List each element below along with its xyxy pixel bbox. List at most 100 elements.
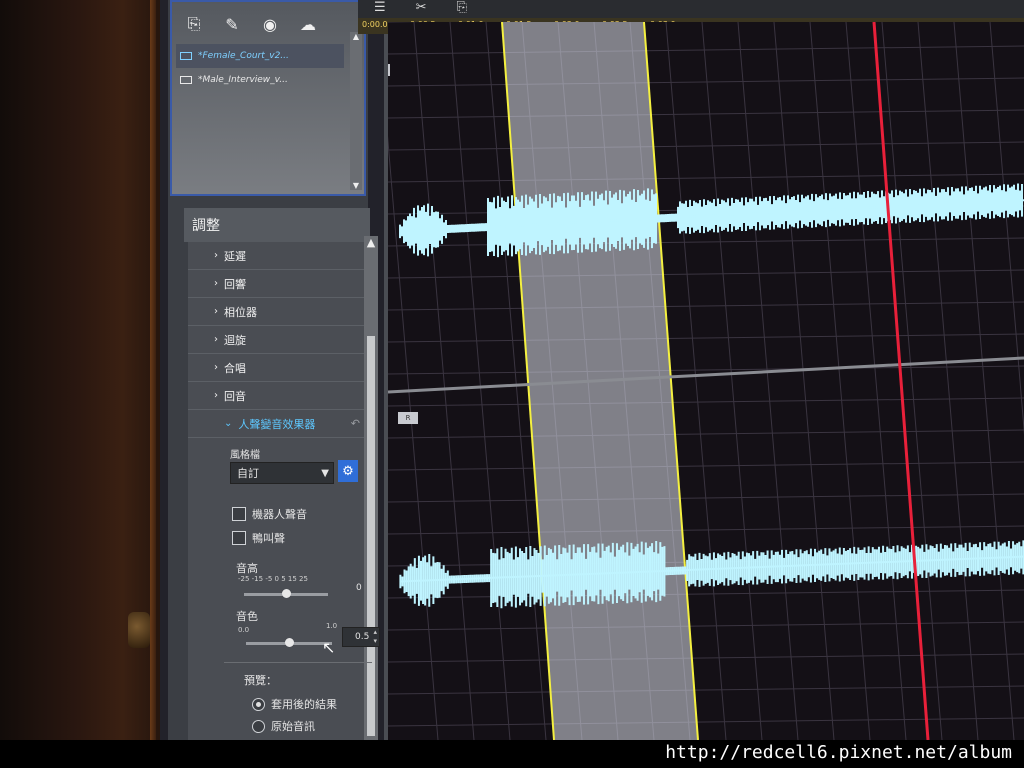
dropdown-arrow-icon: ▼ [321, 467, 329, 479]
gear-icon[interactable]: ⚙ [338, 460, 358, 482]
timbre-slider-handle[interactable] [285, 638, 294, 647]
track-channel-tag: L [388, 64, 390, 76]
grid-line [773, 22, 835, 740]
timbre-label: 音色 [236, 610, 258, 623]
preview-applied-label: 套用後的結果 [271, 698, 337, 711]
spin-arrows-icon[interactable]: ▴ ▾ [373, 628, 377, 646]
grid-line [845, 22, 907, 740]
grid-line [388, 45, 1024, 55]
library-toolbar: ⎘ ✎ ◉ ☁ [178, 10, 338, 40]
pitch-slider-handle[interactable] [282, 589, 291, 598]
chevron-down-icon: ⌄ [224, 418, 233, 429]
effect-item-flanger[interactable]: › 迴旋 [188, 326, 364, 354]
playhead [872, 22, 930, 740]
chevron-right-icon: › [214, 362, 218, 373]
effect-label: 迴旋 [224, 333, 246, 347]
grid-line [388, 429, 1024, 439]
effect-item-voice-changer[interactable]: ⌄ 人聲變音效果器 ↶ [188, 410, 364, 438]
style-dropdown[interactable]: 自訂 ▼ [230, 462, 334, 484]
cut-icon[interactable]: ✂ [416, 0, 427, 15]
effect-label: 相位器 [224, 305, 257, 319]
effect-label: 回音 [224, 389, 246, 403]
effect-item-delay[interactable]: › 延遲 [188, 242, 364, 270]
grid-line [388, 525, 1024, 535]
grid-line [388, 461, 1024, 471]
robot-voice-checkbox[interactable]: 機器人聲音 [232, 506, 307, 522]
grid-line [388, 237, 1024, 247]
cloud-icon[interactable]: ☁ [292, 10, 324, 38]
chevron-right-icon: › [214, 278, 218, 289]
waveform-canvas[interactable] [388, 22, 1024, 740]
grid-line [388, 685, 1024, 695]
library-list: *Female_Court_v2... *Male_Interview_v... [176, 44, 344, 92]
waveform-editor[interactable]: L R [388, 22, 1024, 740]
share-icon[interactable]: ◉ [254, 10, 286, 38]
grid-line [413, 22, 475, 740]
effect-label: 合唱 [224, 361, 246, 375]
editor-toolbar: ☰ ✂ ⎘ [374, 0, 467, 15]
effect-item-echo[interactable]: › 回音 [188, 382, 364, 410]
grid-line [388, 653, 1024, 663]
edit-icon[interactable]: ✎ [216, 10, 248, 38]
timbre-max: 1.0 [326, 622, 338, 630]
voice-changer-panel: 風格檔 自訂 ▼ ⚙ 機器人聲音 鴨叫聲 音高 -25 -15 -5 0 5 1… [222, 440, 382, 740]
timbre-min: 0.0 [238, 626, 250, 634]
grid-line [449, 22, 511, 740]
effect-label: 人聲變音效果器 [238, 417, 316, 431]
grid-line [953, 22, 1015, 740]
preview-original-radio[interactable]: 原始音訊 [252, 718, 315, 734]
mouse-cursor-icon: ↖ [322, 638, 336, 657]
timbre-spinbox[interactable]: 0.5 ▴ ▾ [342, 627, 380, 647]
edit-icon[interactable]: ☰ [374, 0, 386, 15]
chevron-right-icon: › [214, 306, 218, 317]
effect-label: 回響 [224, 277, 246, 291]
reset-icon[interactable]: ↶ [351, 417, 360, 430]
pitch-value: 0 [356, 583, 362, 593]
bezel-knob [128, 612, 150, 648]
audio-file-icon [180, 52, 192, 60]
robot-voice-label: 機器人聲音 [252, 508, 307, 521]
adjust-title: 調整 [192, 218, 220, 234]
chevron-right-icon: › [214, 390, 218, 401]
ruler-tick-label: 0:00.0 [362, 20, 388, 29]
grid-line [388, 365, 1024, 375]
audio-file-icon [180, 76, 192, 84]
grid-line [388, 173, 1024, 183]
effect-item-chorus[interactable]: › 合唱 [188, 354, 364, 382]
scroll-up-icon[interactable]: ▲ [364, 236, 378, 249]
preview-label: 預覽： [244, 674, 277, 687]
chevron-right-icon: › [214, 334, 218, 345]
checkbox[interactable] [232, 531, 246, 545]
radio-button[interactable] [252, 697, 265, 711]
library-item[interactable]: *Male_Interview_v... [176, 68, 344, 92]
import-icon[interactable]: ⎘ [178, 10, 210, 38]
grid-line [809, 22, 871, 740]
grid-line [917, 22, 979, 740]
library-item-label: *Female_Court_v2... [198, 51, 289, 61]
library-scrollbar[interactable]: ▲ ▼ [350, 32, 362, 190]
library-item[interactable]: *Female_Court_v2... [176, 44, 344, 68]
copy-icon[interactable]: ⎘ [457, 0, 467, 15]
grid-line [989, 22, 1024, 435]
grid-line [388, 301, 1024, 311]
track-channel-tag: R [398, 412, 418, 424]
effect-item-reverb[interactable]: › 回響 [188, 270, 364, 298]
grid-line [388, 333, 1024, 343]
chevron-right-icon: › [214, 250, 218, 261]
style-label: 風格檔 [230, 450, 260, 461]
effect-item-phaser[interactable]: › 相位器 [188, 298, 364, 326]
radio-button[interactable] [252, 719, 265, 733]
scroll-down-icon[interactable]: ▼ [350, 181, 362, 190]
grid-line [388, 77, 1024, 87]
duck-voice-checkbox[interactable]: 鴨叫聲 [232, 530, 285, 546]
grid-line [881, 22, 943, 740]
preview-applied-radio[interactable]: 套用後的結果 [252, 696, 337, 712]
style-value: 自訂 [237, 467, 259, 480]
checkbox[interactable] [232, 507, 246, 521]
library-item-label: *Male_Interview_v... [198, 75, 288, 85]
effect-label: 延遲 [224, 249, 246, 263]
pitch-ticks: -25 -15 -5 0 5 15 25 [238, 575, 308, 583]
grid-line [388, 269, 1024, 279]
adjust-panel-header[interactable]: 調整 [184, 208, 370, 242]
monitor-bezel [0, 0, 175, 768]
